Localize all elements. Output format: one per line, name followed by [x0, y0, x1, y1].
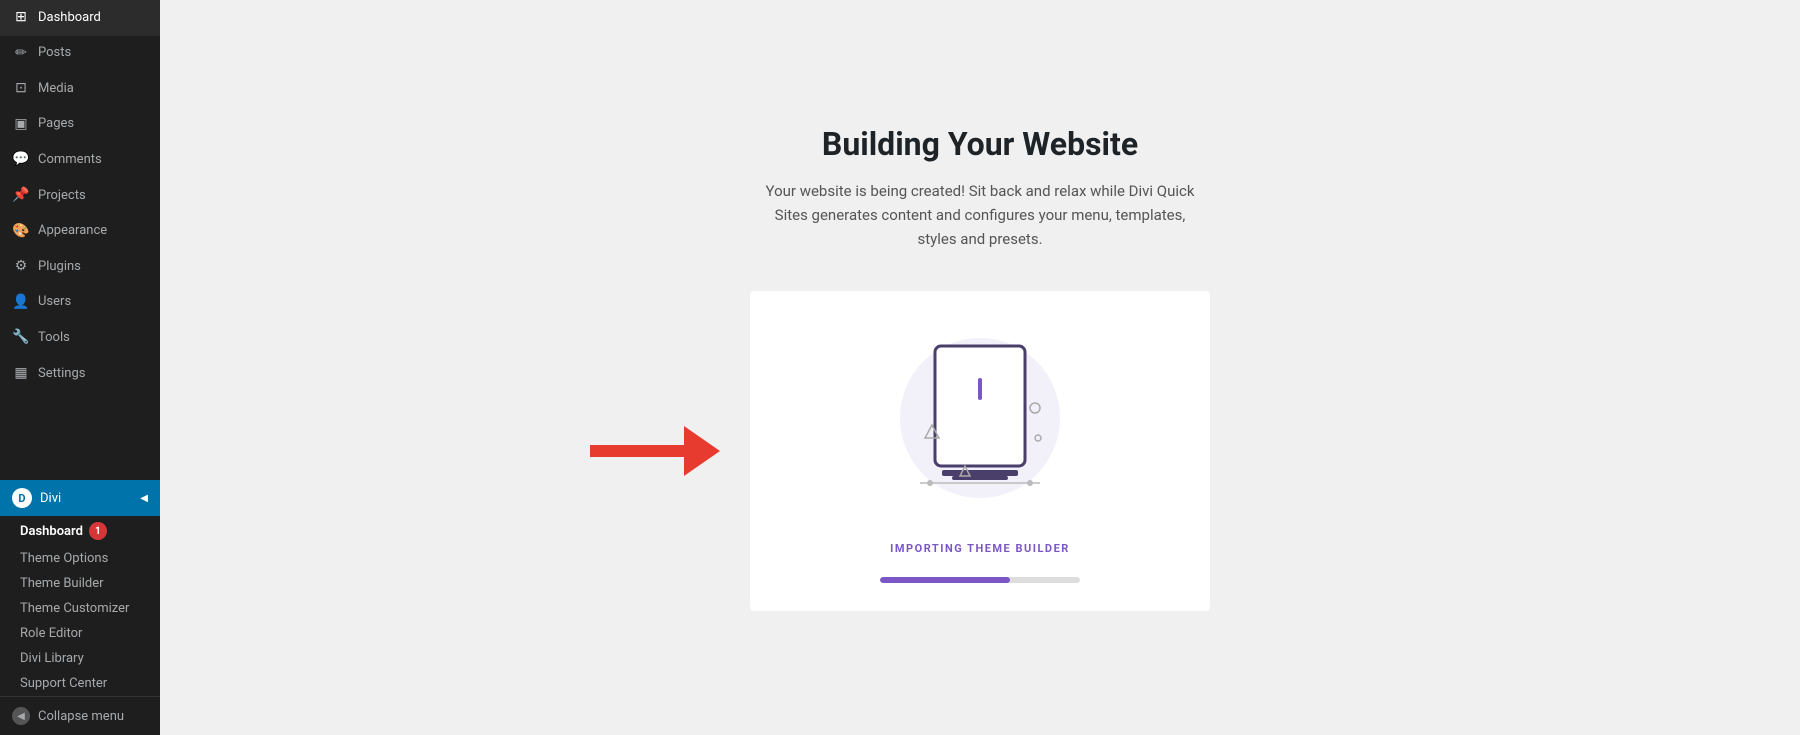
main-content: Building Your Website Your website is be… — [160, 0, 1800, 735]
status-label: IMPORTING THEME BUILDER — [890, 542, 1070, 555]
page-subtitle: Your website is being created! Sit back … — [760, 179, 1200, 251]
sidebar-item-projects[interactable]: 📌 Projects — [0, 178, 160, 214]
illustration-wrapper: IMPORTING THEME BUILDER — [850, 298, 1110, 603]
posts-icon: ✏ — [12, 44, 30, 64]
divi-submenu-divi-library[interactable]: Divi Library — [0, 646, 160, 671]
sidebar-item-label: Posts — [38, 44, 71, 62]
sidebar-item-dashboard[interactable]: ⊞ Dashboard — [0, 0, 160, 36]
arrow-shaft — [590, 445, 684, 457]
sidebar-item-label: Tools — [38, 329, 70, 347]
dashboard-icon: ⊞ — [12, 8, 30, 28]
sidebar-item-label: Appearance — [38, 222, 107, 240]
sidebar-item-tools[interactable]: 🔧 Tools — [0, 320, 160, 356]
sidebar-item-media[interactable]: ⊡ Media — [0, 71, 160, 107]
sidebar-item-pages[interactable]: ▣ Pages — [0, 107, 160, 143]
pages-icon: ▣ — [12, 115, 30, 135]
tools-icon: 🔧 — [12, 328, 30, 348]
divi-dashboard-label: Dashboard — [20, 524, 83, 539]
sidebar-item-users[interactable]: 👤 Users — [0, 285, 160, 321]
divi-submenu-role-editor[interactable]: Role Editor — [0, 621, 160, 646]
collapse-menu-label: Collapse menu — [38, 709, 124, 724]
sidebar-item-label: Users — [38, 293, 71, 311]
divi-dashboard-item[interactable]: Dashboard 1 — [0, 516, 160, 546]
sidebar-item-plugins[interactable]: ⚙ Plugins — [0, 249, 160, 285]
divi-arrow-icon: ◀ — [140, 493, 148, 504]
divi-submenu-theme-customizer[interactable]: Theme Customizer — [0, 596, 160, 621]
red-arrow-icon — [590, 426, 720, 476]
progress-fill — [880, 577, 1010, 583]
comments-icon: 💬 — [12, 150, 30, 170]
collapse-menu-button[interactable]: ◀ Collapse menu — [0, 696, 160, 735]
sidebar-item-settings[interactable]: ▦ Settings — [0, 356, 160, 392]
divi-submenu-theme-options[interactable]: Theme Options — [0, 546, 160, 571]
sidebar-item-label: Plugins — [38, 258, 81, 276]
media-icon: ⊡ — [12, 79, 30, 99]
progress-bar-container — [880, 577, 1080, 583]
settings-icon: ▦ — [12, 364, 30, 384]
divi-label: Divi — [40, 491, 61, 506]
users-icon: 👤 — [12, 293, 30, 313]
sidebar-item-posts[interactable]: ✏ Posts — [0, 36, 160, 72]
sidebar-item-label: Projects — [38, 187, 86, 205]
sidebar-item-label: Settings — [38, 365, 85, 383]
sidebar-item-label: Comments — [38, 151, 102, 169]
sidebar-item-appearance[interactable]: 🎨 Appearance — [0, 214, 160, 250]
sidebar-main-menu: ⊞ Dashboard ✏ Posts ⊡ Media ▣ Pages 💬 Co… — [0, 0, 160, 480]
divi-menu-header[interactable]: D Divi ◀ — [0, 480, 160, 516]
arrow-head — [684, 426, 720, 476]
notification-badge: 1 — [89, 522, 107, 540]
divi-submenu-theme-builder[interactable]: Theme Builder — [0, 571, 160, 596]
build-card: IMPORTING THEME BUILDER — [750, 291, 1210, 611]
sidebar-item-comments[interactable]: 💬 Comments — [0, 142, 160, 178]
arrow-container — [590, 426, 720, 476]
projects-icon: 📌 — [12, 186, 30, 206]
collapse-arrow-icon: ◀ — [12, 707, 30, 725]
sidebar-item-label: Media — [38, 80, 74, 98]
appearance-icon: 🎨 — [12, 222, 30, 242]
divi-submenu-support-center[interactable]: Support Center — [0, 671, 160, 696]
divi-section: D Divi ◀ Dashboard 1 Theme Options Theme… — [0, 480, 160, 696]
sidebar-item-label: Dashboard — [38, 9, 101, 27]
sidebar-item-label: Pages — [38, 115, 74, 133]
plugins-icon: ⚙ — [12, 257, 30, 277]
page-title: Building Your Website — [822, 125, 1138, 163]
device-svg — [870, 318, 1090, 518]
sidebar: ⊞ Dashboard ✏ Posts ⊡ Media ▣ Pages 💬 Co… — [0, 0, 160, 735]
divi-logo: D — [12, 488, 32, 508]
